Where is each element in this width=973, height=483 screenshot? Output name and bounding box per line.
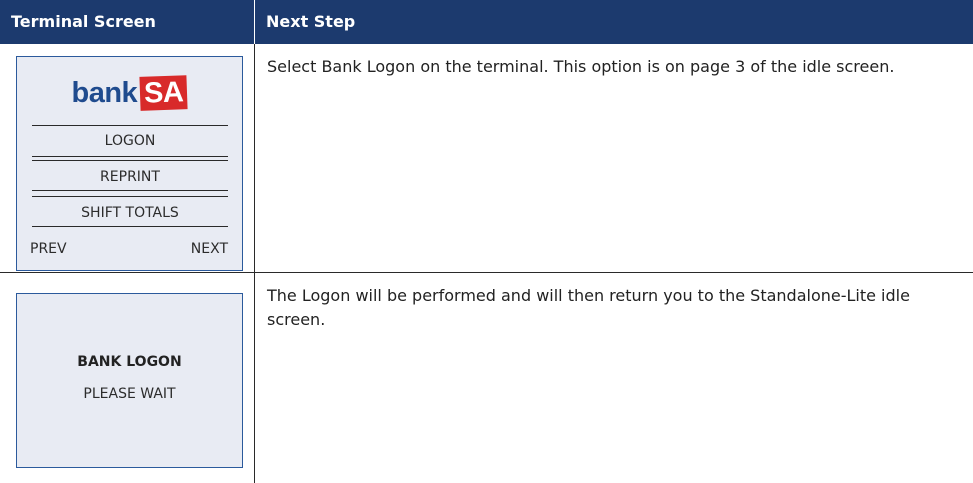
menu-divider xyxy=(32,125,228,126)
column-divider xyxy=(254,44,255,483)
wait-subtitle: PLEASE WAIT xyxy=(83,386,176,402)
terminal-screen-menu: bank SA LOGON REPRINT SHIFT TOTALS PREV N… xyxy=(16,56,243,271)
prev-button[interactable]: PREV xyxy=(30,239,67,259)
step-text-1: Select Bank Logon on the terminal. This … xyxy=(267,57,895,76)
menu-divider xyxy=(32,156,228,157)
banksa-logo: bank SA xyxy=(17,73,242,113)
terminal-screen-wait: BANK LOGON PLEASE WAIT xyxy=(16,293,243,468)
wait-title: BANK LOGON xyxy=(77,354,182,370)
header-next-step: Next Step xyxy=(255,0,973,44)
menu-item-reprint[interactable]: REPRINT xyxy=(32,167,228,187)
menu-divider xyxy=(32,160,228,161)
menu-divider xyxy=(32,226,228,227)
menu-item-shift-totals[interactable]: SHIFT TOTALS xyxy=(32,203,228,223)
logo-bank-text: bank xyxy=(71,77,138,109)
menu-divider xyxy=(32,190,228,191)
menu-item-logon[interactable]: LOGON xyxy=(32,131,228,151)
menu-divider xyxy=(32,196,228,197)
logo-sa-text: SA xyxy=(139,75,189,111)
instruction-table: Terminal Screen Next Step bank SA LOGON R… xyxy=(0,0,973,483)
step-text-2: The Logon will be performed and will the… xyxy=(267,286,910,329)
row-divider xyxy=(0,272,973,273)
header-terminal-screen: Terminal Screen xyxy=(0,0,254,44)
next-button[interactable]: NEXT xyxy=(191,239,228,259)
